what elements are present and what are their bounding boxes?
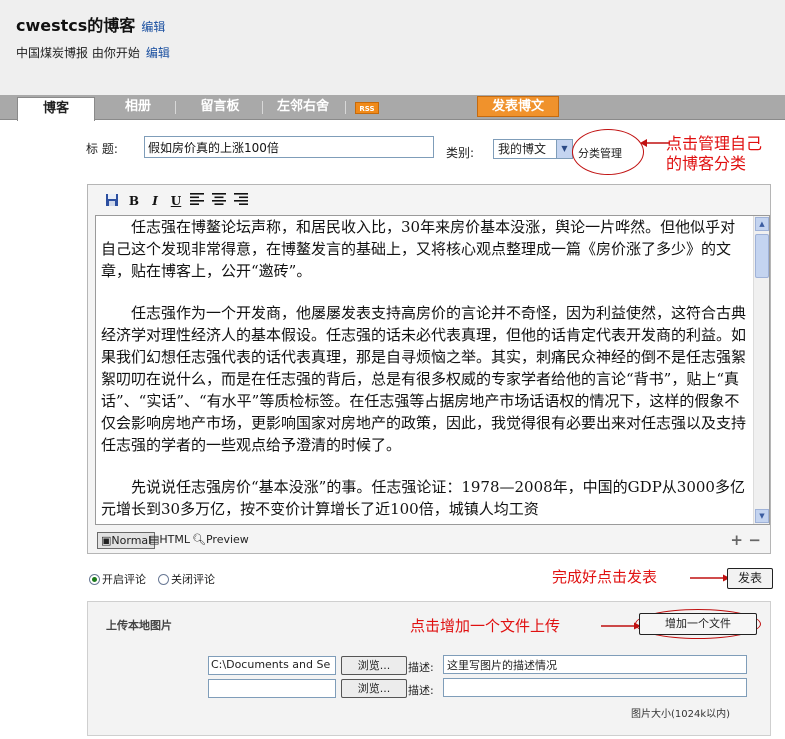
edit-title-link[interactable]: 编辑 xyxy=(141,20,165,34)
annotation-manage-line2: 的博客分类 xyxy=(666,154,747,173)
editor-paragraph: 任志强在博鳌论坛声称，和居民收入比，30年来房价基本没涨，舆论一片哗然。但他似乎… xyxy=(101,218,736,280)
description-label: 描述: xyxy=(408,661,434,674)
editor-mode-bar: ▣Normal ▤HTML 🔍︎Preview + − xyxy=(95,530,765,550)
magnifier-icon: 🔍︎ xyxy=(192,533,206,546)
image-upload-panel: 上传本地图片 点击增加一个文件上传 增加一个文件 C:\Documents an… xyxy=(87,601,771,736)
title-input[interactable] xyxy=(144,136,434,158)
upload-title: 上传本地图片 xyxy=(106,619,172,632)
comment-on-radio[interactable] xyxy=(89,574,100,585)
annotation-ellipse-manage xyxy=(572,129,644,175)
comment-off-radio[interactable] xyxy=(158,574,169,585)
align-center-icon[interactable] xyxy=(211,193,227,209)
italic-button[interactable]: I xyxy=(147,193,163,209)
editor-toolbar: B I U xyxy=(94,189,764,213)
rss-icon[interactable]: RSS xyxy=(355,102,379,114)
mode-preview-label: Preview xyxy=(205,533,249,546)
normal-mode-icon: ▣ xyxy=(101,534,112,547)
annotation-arrow-right-icon xyxy=(690,574,730,582)
mode-preview-button[interactable]: 🔍︎Preview xyxy=(192,532,249,547)
tab-guestbook[interactable]: 留言板 xyxy=(185,95,255,120)
blog-subtitle-text: 中国煤炭博报 由你开始 xyxy=(16,46,140,60)
mode-html-button[interactable]: ▤HTML xyxy=(149,532,190,547)
expand-icon[interactable]: + xyxy=(730,531,743,549)
description-input[interactable] xyxy=(443,678,747,697)
file-path-input[interactable] xyxy=(208,679,336,698)
description-label: 描述: xyxy=(408,684,434,697)
editor-paragraph: 任志强作为一个开发商，他屡屡发表支持高房价的言论并不奇怪，因为利益使然，这符合古… xyxy=(101,304,747,454)
scroll-down-icon[interactable]: ▼ xyxy=(755,509,769,523)
comment-off-option[interactable]: 关闭评论 xyxy=(158,571,215,587)
description-input[interactable]: 这里写图片的描述情况 xyxy=(443,655,747,674)
comment-on-label: 开启评论 xyxy=(102,573,146,586)
tab-separator xyxy=(175,101,176,114)
blog-title: cwestcs的博客 编辑 xyxy=(16,12,165,36)
scroll-up-icon[interactable]: ▲ xyxy=(755,217,769,231)
comment-on-option[interactable]: 开启评论 xyxy=(89,571,146,587)
mode-normal-label: Normal xyxy=(111,534,152,547)
submit-button[interactable]: 发表 xyxy=(727,568,773,589)
comment-off-label: 关闭评论 xyxy=(171,573,215,586)
category-select[interactable]: 我的博文 ▼ xyxy=(493,139,573,159)
file-path-input[interactable]: C:\Documents and Se xyxy=(208,656,336,675)
title-label: 标 题: xyxy=(86,142,118,156)
annotation-manage-line1: 点击管理自己 xyxy=(666,134,763,153)
mode-normal-button[interactable]: ▣Normal xyxy=(97,532,156,549)
shrink-icon[interactable]: − xyxy=(748,531,761,549)
tab-album[interactable]: 相册 xyxy=(108,95,168,120)
html-mode-icon: ▤ xyxy=(149,533,160,546)
tab-neighbors[interactable]: 左邻右舍 xyxy=(268,95,338,120)
tab-blog[interactable]: 博客 xyxy=(17,97,95,121)
annotation-upload-note: 点击增加一个文件上传 xyxy=(410,617,561,635)
blog-subtitle: 中国煤炭博报 由你开始 编辑 xyxy=(16,44,170,61)
editor-content-area[interactable]: 任志强在博鳌论坛声称，和居民收入比，30年来房价基本没涨，舆论一片哗然。但他似乎… xyxy=(95,215,770,525)
browse-button[interactable]: 浏览... xyxy=(341,656,407,675)
browse-button[interactable]: 浏览... xyxy=(341,679,407,698)
category-label: 类别: xyxy=(446,146,475,160)
editor-paragraph: 先说说任志强房价“基本没涨”的事。任志强论证：1978—2008年，中国的GDP… xyxy=(101,478,745,518)
blog-header: cwestcs的博客 编辑 中国煤炭博报 由你开始 编辑 xyxy=(0,0,785,95)
annotation-manage-note: 点击管理自己 的博客分类 xyxy=(666,134,762,174)
nav-bar: 博客 相册 留言板 左邻右舍 xyxy=(0,95,785,121)
tab-separator xyxy=(345,101,346,114)
mode-html-label: HTML xyxy=(159,533,191,546)
save-icon[interactable] xyxy=(104,193,120,209)
rich-text-editor: B I U 任志强在博鳌论坛声称，和居民收入比，30年来房价基本没涨，舆论一片哗… xyxy=(87,184,771,554)
image-size-note: 图片大小(1024k以内) xyxy=(631,709,731,720)
edit-subtitle-link[interactable]: 编辑 xyxy=(146,46,170,60)
publish-post-tab[interactable]: 发表博文 xyxy=(477,96,559,117)
add-file-button[interactable]: 增加一个文件 xyxy=(639,613,757,635)
align-left-icon[interactable] xyxy=(189,193,205,209)
chevron-down-icon: ▼ xyxy=(556,140,572,158)
category-selected-value: 我的博文 xyxy=(498,142,547,156)
underline-button[interactable]: U xyxy=(168,193,184,209)
bold-button[interactable]: B xyxy=(126,193,142,209)
tab-separator xyxy=(262,101,263,114)
editor-scrollbar[interactable]: ▲ ▼ xyxy=(753,216,769,524)
align-right-icon[interactable] xyxy=(233,193,249,209)
annotation-publish-note: 完成好点击发表 xyxy=(552,568,658,586)
scrollbar-thumb[interactable] xyxy=(755,234,769,278)
editor-text: 任志强在博鳌论坛声称，和居民收入比，30年来房价基本没涨，舆论一片哗然。但他似乎… xyxy=(97,216,752,524)
blog-title-text: cwestcs的博客 xyxy=(16,16,136,35)
